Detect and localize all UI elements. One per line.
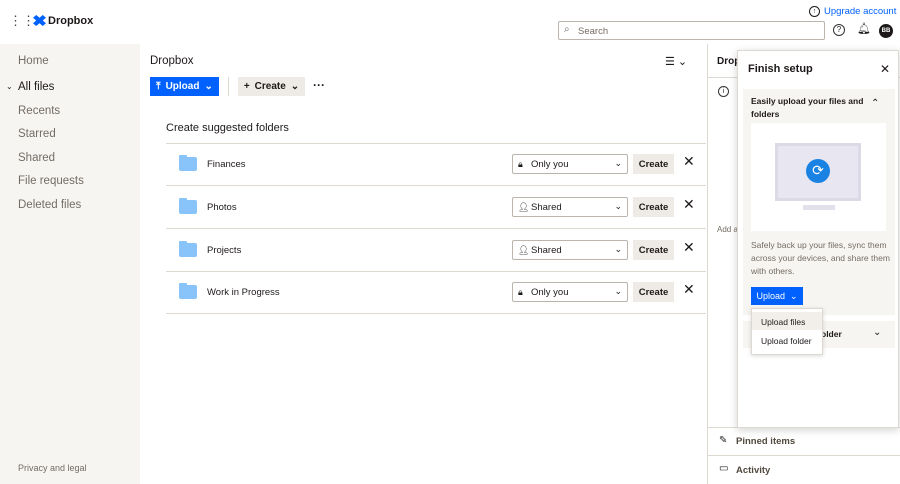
info-icon[interactable]: i — [718, 86, 729, 97]
avatar[interactable]: BB — [879, 24, 893, 38]
divider — [708, 455, 900, 456]
sync-icon: ⟳ — [806, 159, 830, 183]
sidebar-item-home[interactable]: Home — [18, 55, 49, 67]
close-icon[interactable]: ✕ — [880, 62, 890, 76]
folder-name: Projects — [207, 245, 242, 256]
view-toggle-icon[interactable]: ☰ ⌄ — [665, 55, 687, 68]
suggested-folder-row: Work in Progress 🔒︎ Only you ⌄ Create ✕ — [166, 271, 706, 314]
sidebar-item-starred[interactable]: Starred — [18, 128, 56, 140]
folder-name: Finances — [207, 159, 246, 170]
lock-icon: 🔒︎ — [518, 159, 523, 169]
suggested-folder-row: Finances 🔒︎ Only you ⌄ Create ✕ — [166, 143, 706, 186]
upload-label: Upload — [165, 81, 200, 92]
monitor-stand — [803, 205, 835, 210]
finish-setup-panel: Finish setup ✕ Easily upload your files … — [737, 50, 899, 428]
sidebar-item-shared[interactable]: Shared — [18, 152, 55, 164]
access-value: Shared — [531, 244, 562, 256]
search-icon: ⌕ — [564, 24, 570, 35]
search-input[interactable]: ⌕ Search — [558, 21, 825, 40]
close-icon[interactable]: ✕ — [683, 239, 695, 256]
lock-icon: 🔒︎ — [518, 287, 523, 297]
add-text: Add a — [717, 225, 738, 234]
bell-icon[interactable]: 🔔︎ — [857, 22, 871, 35]
access-value: Shared — [531, 201, 562, 213]
sidebar-item-file-requests[interactable]: File requests — [18, 175, 84, 187]
divider — [228, 77, 229, 96]
close-icon[interactable]: ✕ — [683, 196, 695, 213]
upload-button[interactable]: ⤒ Upload ⌄ — [150, 77, 219, 96]
create-label: Create — [254, 81, 286, 92]
chevron-down-icon: ⌄ — [204, 81, 213, 92]
card-upload-button[interactable]: Upload ⌄ — [751, 287, 803, 305]
sidebar: Home ⌄ All files Recents Starred Shared … — [0, 44, 140, 484]
people-icon: 👤︎ — [518, 245, 530, 255]
create-folder-button[interactable]: Create — [633, 240, 674, 260]
finish-setup-title: Finish setup — [748, 63, 813, 75]
folder-icon — [179, 241, 197, 257]
folder-icon — [179, 198, 197, 214]
upgrade-link[interactable]: Upgrade account — [824, 6, 896, 17]
folder-icon — [179, 155, 197, 171]
sidebar-item-all-files[interactable]: All files — [18, 81, 54, 93]
help-icon[interactable]: ? — [833, 24, 845, 36]
section-title: Create suggested folders — [166, 122, 289, 134]
close-icon[interactable]: ✕ — [683, 281, 695, 298]
chevron-down-icon: ⌄ — [873, 327, 882, 338]
menu-item-upload-folder[interactable]: Upload folder — [752, 331, 822, 349]
suggested-folder-row: Projects 👤︎ Shared ⌄ Create ✕ — [166, 229, 706, 272]
access-select[interactable]: 👤︎ Shared ⌄ — [512, 197, 628, 217]
access-value: Only you — [531, 158, 569, 170]
chevron-down-icon: ⌄ — [614, 158, 622, 168]
chevron-down-icon: ⌄ — [614, 286, 622, 296]
access-select[interactable]: 👤︎ Shared ⌄ — [512, 240, 628, 260]
upload-label: Upload — [756, 291, 785, 301]
chevron-down-icon: ⌄ — [789, 290, 798, 301]
chevron-down-icon[interactable]: ⌄ — [6, 82, 13, 91]
access-value: Only you — [531, 286, 569, 298]
create-button[interactable]: + Create ⌄ — [238, 77, 305, 96]
folder-icon — [179, 283, 197, 299]
card-description: Safely back up your files, sync them acr… — [751, 240, 890, 276]
menu-item-upload-files[interactable]: Upload files — [752, 312, 822, 330]
pin-icon: ✎ — [719, 435, 728, 446]
folder-name: Work in Progress — [207, 287, 280, 298]
activity-icon: ▭ — [719, 463, 729, 474]
more-icon[interactable]: ··· — [313, 78, 325, 92]
create-folder-button[interactable]: Create — [633, 197, 674, 217]
chevron-down-icon: ⌄ — [614, 244, 622, 254]
top-bar: ⋮⋮ Dropbox ↑ Upgrade account ⌕ Search ? … — [0, 0, 900, 44]
plus-icon: + — [243, 81, 250, 92]
chevron-down-icon: ⌄ — [290, 81, 300, 92]
close-icon[interactable]: ✕ — [683, 153, 695, 170]
suggested-folder-row: Photos 👤︎ Shared ⌄ Create ✕ — [166, 186, 706, 229]
upload-card: Easily upload your files and folders ⌃ ⟳… — [743, 89, 895, 315]
sync-illustration: ⟳ — [751, 123, 886, 231]
app-grid-icon[interactable]: ⋮⋮ — [9, 13, 35, 29]
activity-link[interactable]: Activity — [736, 465, 770, 476]
card-title: Easily upload your files and folders — [751, 96, 864, 119]
upload-icon: ⤒ — [156, 81, 161, 92]
privacy-link[interactable]: Privacy and legal — [18, 463, 87, 473]
access-select[interactable]: 🔒︎ Only you ⌄ — [512, 282, 628, 302]
chevron-up-icon[interactable]: ⌃ — [871, 98, 879, 109]
folder-name: Photos — [207, 202, 237, 213]
create-folder-button[interactable]: Create — [633, 154, 674, 174]
chevron-down-icon: ⌄ — [614, 201, 622, 211]
access-select[interactable]: 🔒︎ Only you ⌄ — [512, 154, 628, 174]
pinned-items[interactable]: Pinned items — [736, 436, 795, 447]
page-title: Dropbox — [150, 55, 194, 67]
card-title: older — [821, 329, 842, 339]
people-icon: 👤︎ — [518, 202, 530, 212]
sidebar-item-deleted-files[interactable]: Deleted files — [18, 199, 81, 211]
search-placeholder: Search — [578, 26, 609, 37]
upload-dropdown-menu: Upload files Upload folder — [751, 308, 823, 355]
brand-name[interactable]: Dropbox — [48, 15, 93, 27]
sidebar-item-recents[interactable]: Recents — [18, 105, 60, 117]
create-folder-button[interactable]: Create — [633, 282, 674, 302]
upgrade-icon: ↑ — [809, 6, 820, 17]
